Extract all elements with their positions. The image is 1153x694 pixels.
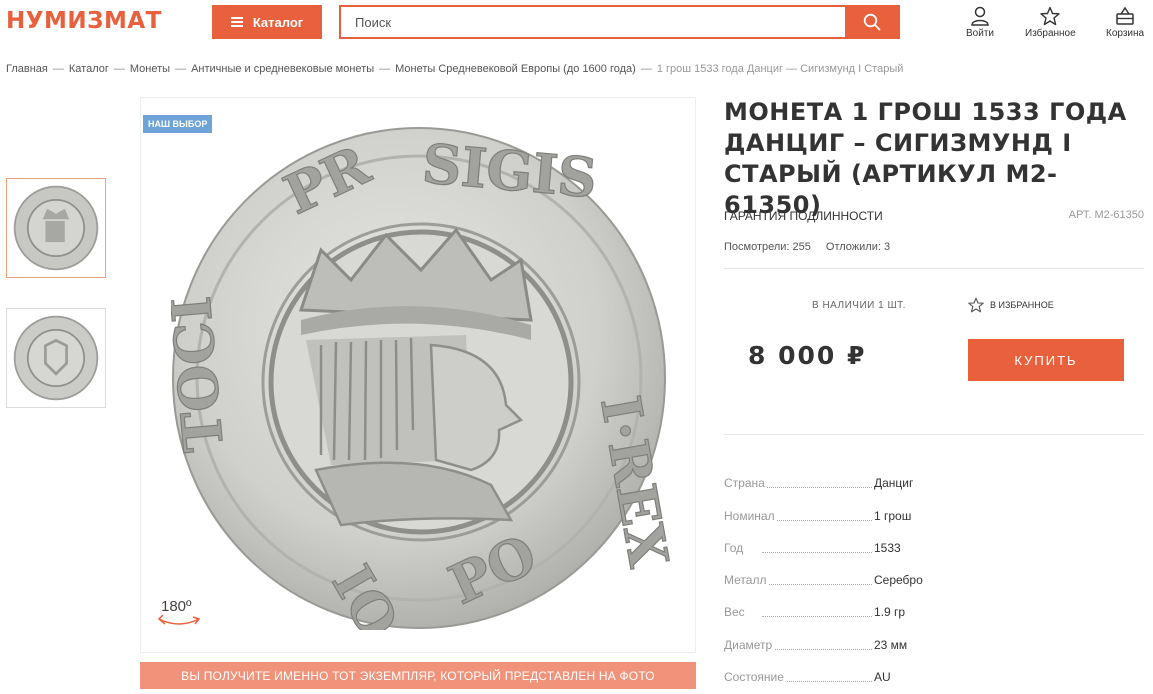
coin-image: PR SIGIS I·REX PO IO TOCI <box>171 127 671 630</box>
add-to-favorites-label: В ИЗБРАННОЕ <box>990 300 1054 310</box>
spec-key: Номинал <box>724 508 777 523</box>
login-link[interactable]: Войти <box>966 6 994 39</box>
spec-row: Страна Данциг <box>724 462 1144 494</box>
spec-key: Страна <box>724 476 767 491</box>
spec-row: Диаметр 23 мм <box>724 623 1144 655</box>
rotate-180-control[interactable]: 180º <box>157 598 201 625</box>
catalog-button[interactable]: Каталог <box>212 5 322 39</box>
product-specs: Страна Данциг Номинал 1 грош Год 1533 Метал… <box>724 462 1144 688</box>
divider <box>724 434 1144 435</box>
star-outline-icon <box>968 297 984 313</box>
basket-icon <box>1116 6 1134 25</box>
spec-key: Вес <box>724 605 747 620</box>
spec-value: Серебро <box>874 573 923 588</box>
rotate-icon <box>157 614 201 625</box>
spec-value: AU <box>874 670 891 685</box>
search-button[interactable] <box>845 7 898 37</box>
spec-row: Металл Серебро <box>724 559 1144 591</box>
coin-obverse-thumbnail <box>13 185 99 271</box>
thumbnail-reverse[interactable] <box>6 308 106 408</box>
cart-label: Корзина <box>1106 28 1145 39</box>
login-label: Войти <box>966 28 994 39</box>
spec-value: 1.9 гр <box>874 605 906 620</box>
spec-key: Год <box>724 540 746 555</box>
divider <box>724 268 1144 269</box>
cart-link[interactable]: Корзина <box>1106 6 1144 39</box>
spec-row: Номинал 1 грош <box>724 494 1144 526</box>
user-icon <box>971 6 989 26</box>
photo-notice-banner: ВЫ ПОЛУЧИТЕ ИМЕННО ТОТ ЭКЗЕМПЛЯР, КОТОРЫ… <box>140 662 696 689</box>
spec-value: Данциг <box>874 476 914 491</box>
menu-icon <box>230 15 243 29</box>
search-icon <box>863 13 880 31</box>
spec-key: Состояние <box>724 670 786 685</box>
site-logo[interactable]: НУМИЗМАТ <box>6 8 162 34</box>
spec-row: Вес 1.9 гр <box>724 591 1144 623</box>
spec-row: Год 1533 <box>724 527 1144 559</box>
search-bar <box>339 5 900 39</box>
catalog-label: Каталог <box>252 14 304 30</box>
thumbnail-obverse[interactable] <box>6 178 106 278</box>
spec-value: 1 грош <box>874 508 912 523</box>
views-count: Посмотрели: 255 <box>724 241 811 253</box>
product-price: 8 000 ₽ <box>748 341 867 370</box>
spec-value: 23 мм <box>874 637 908 652</box>
product-image[interactable]: НАШ ВЫБОР PR SIGIS I·REX PO IO TOCI 180º <box>140 97 696 653</box>
favorites-link[interactable]: Избранное <box>1025 6 1076 39</box>
breadcrumb-current: 1 грош 1533 года Данциг — Сигизмунд I Ст… <box>656 63 904 75</box>
rotate-label: 180º <box>161 598 192 615</box>
breadcrumb-catalog[interactable]: Каталог <box>69 63 109 75</box>
breadcrumb-coins[interactable]: Монеты <box>130 63 170 75</box>
coin-reverse-thumbnail <box>13 315 99 401</box>
spec-key: Диаметр <box>724 637 775 652</box>
buy-button[interactable]: КУПИТЬ <box>968 339 1124 381</box>
spec-key: Металл <box>724 573 769 588</box>
favorites-label: Избранное <box>1025 28 1076 39</box>
breadcrumb: Главная — Каталог — Монеты — Античные и средне… <box>6 63 904 75</box>
product-title: МОНЕТА 1 ГРОШ 1533 ГОДА ДАНЦИГ – СИГИЗМУ… <box>724 98 1127 219</box>
article-number: АРТ. М2-61350 <box>1068 209 1144 221</box>
spec-value: 1533 <box>874 540 901 555</box>
add-to-favorites-link[interactable]: В ИЗБРАННОЕ <box>968 297 1054 313</box>
search-input[interactable] <box>341 7 845 37</box>
saved-count: Отложили: 3 <box>825 241 891 253</box>
stock-status: В НАЛИЧИИ 1 ШТ. <box>812 300 906 311</box>
breadcrumb-home[interactable]: Главная <box>6 63 48 75</box>
breadcrumb-medieval-europe[interactable]: Монеты Средневековой Европы (до 1600 год… <box>395 63 636 75</box>
breadcrumb-ancient-medieval[interactable]: Античные и средневековые монеты <box>191 63 374 75</box>
star-icon <box>1040 6 1061 26</box>
authenticity-guarantee[interactable]: ГАРАНТИЯ ПОДЛИННОСТИ <box>724 209 883 223</box>
spec-row: Состояние AU <box>724 656 1144 688</box>
product-stats: Посмотрели: 255 Отложили: 3 <box>724 241 890 253</box>
